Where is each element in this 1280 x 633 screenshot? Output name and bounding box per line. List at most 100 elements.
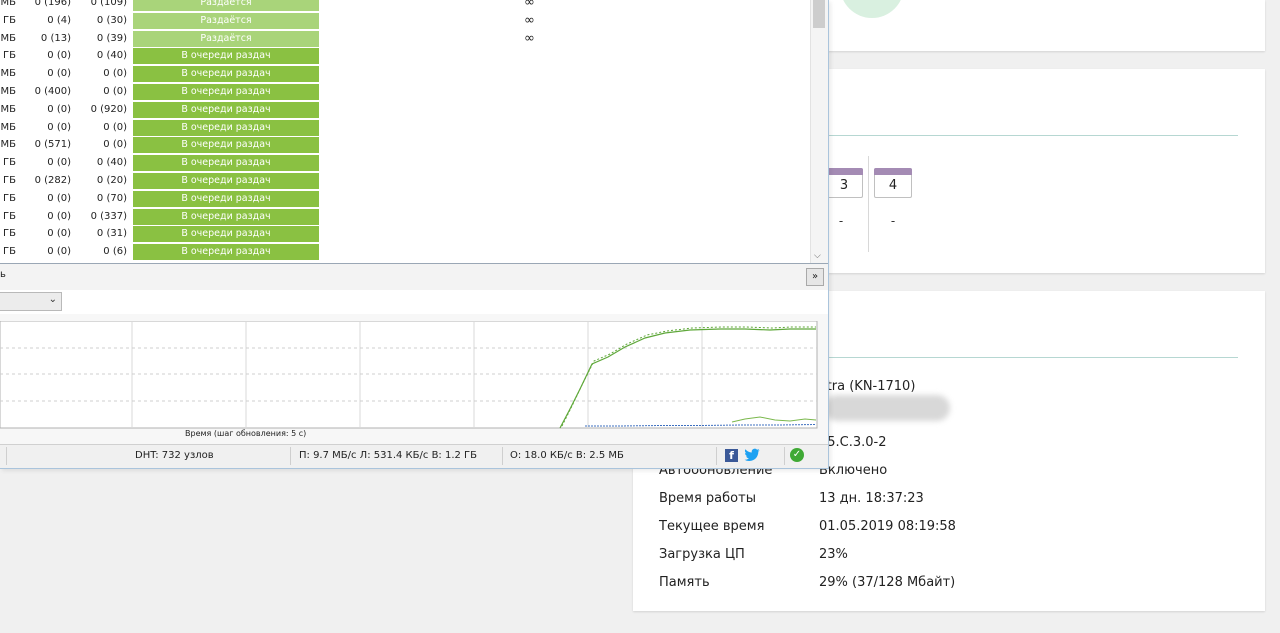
collapse-panel-button[interactable]: » xyxy=(806,268,824,286)
redacted-value xyxy=(824,395,950,421)
torrent-size-cell: МБ xyxy=(0,103,17,115)
torrent-seeds-cell: 0 (282) xyxy=(34,175,71,186)
torrent-row[interactable]: МБ 0 (0) 0 (0) В очереди раздач xyxy=(0,119,810,137)
torrent-size-cell: МБ xyxy=(0,86,17,97)
speed-graph-svg xyxy=(0,321,818,429)
ethernet-port-3-icon[interactable]: 3 xyxy=(825,168,863,200)
torrent-ratio-cell: ∞ xyxy=(524,0,535,10)
torrent-seeds-cell: 0 (196) xyxy=(34,0,71,8)
statusbar-separator xyxy=(6,447,7,465)
torrent-status-badge: В очереди раздач xyxy=(133,119,319,136)
torrent-seeds-cell: 0 (4) xyxy=(47,14,71,26)
torrent-peers-cell: 0 (70) xyxy=(96,192,127,204)
model-value: xtra (KN-1710) xyxy=(819,379,916,394)
memory-value: 29% (37/128 Мбайт) xyxy=(819,575,956,590)
twitter-icon[interactable] xyxy=(744,448,760,462)
dht-status[interactable]: DHT: 732 узлов xyxy=(135,450,214,461)
torrent-peers-cell: 0 (30) xyxy=(96,14,127,26)
torrent-row[interactable]: МБ 0 (13) 0 (39) Раздаётся ∞ xyxy=(0,30,810,48)
torrent-peers-cell: 0 (0) xyxy=(103,68,127,80)
torrent-row[interactable]: МБ 0 (571) 0 (0) В очереди раздач xyxy=(0,136,810,154)
torrent-status-badge: В очереди раздач xyxy=(133,226,319,243)
torrent-row[interactable]: МБ 0 (400) 0 (0) В очереди раздач xyxy=(0,83,810,101)
utorrent-window: МБ 0 (196) 0 (109) Раздаётся ∞ ГБ 0 (4) 0 (30) Р… xyxy=(0,0,829,469)
upload-status[interactable]: О: 18.0 КБ/с В: 2.5 МБ xyxy=(510,450,624,461)
network-ok-check-icon[interactable]: ✓ xyxy=(790,448,804,462)
torrent-row[interactable]: ГБ 0 (0) 0 (6) В очереди раздач xyxy=(0,243,810,261)
ports-separator xyxy=(868,156,869,252)
details-tab[interactable]: ь xyxy=(0,269,6,280)
torrent-peers-cell: 0 (40) xyxy=(96,50,127,62)
torrent-row[interactable]: МБ 0 (0) 0 (920) В очереди раздач xyxy=(0,101,810,119)
torrent-status-badge: В очереди раздач xyxy=(133,244,319,261)
torrent-seeds-cell: 0 (0) xyxy=(47,68,71,80)
torrent-seeds-cell: 0 (571) xyxy=(34,139,71,151)
statusbar-separator xyxy=(716,447,717,465)
torrent-status-badge: В очереди раздач xyxy=(133,48,319,65)
torrent-status-badge: В очереди раздач xyxy=(133,208,319,225)
autoupdate-value: Включено xyxy=(819,463,888,478)
download-status[interactable]: П: 9.7 МБ/с Л: 531.4 КБ/с В: 1.2 ГБ xyxy=(299,450,477,461)
statusbar-separator xyxy=(784,447,785,465)
memory-label: Память xyxy=(659,575,710,590)
torrent-size-cell: МБ xyxy=(0,139,17,151)
torrent-row[interactable]: ГБ 0 (282) 0 (20) В очереди раздач xyxy=(0,172,810,190)
torrent-seeds-cell: 0 (0) xyxy=(47,210,71,222)
scrollbar-thumb[interactable] xyxy=(813,0,825,28)
torrent-peers-cell: 0 (20) xyxy=(96,175,127,186)
torrent-row[interactable]: ГБ 0 (0) 0 (70) В очереди раздач xyxy=(0,190,810,208)
torrent-row[interactable]: ГБ 0 (0) 0 (31) В очереди раздач xyxy=(0,225,810,243)
torrent-size-cell: ГБ xyxy=(3,14,16,26)
cpu-load-label: Загрузка ЦП xyxy=(659,547,745,562)
torrent-size-cell: ГБ xyxy=(3,192,16,204)
details-tabstrip: ь » xyxy=(0,264,828,291)
torrent-seeds-cell: 0 (0) xyxy=(47,228,71,240)
torrent-ratio-cell: ∞ xyxy=(524,12,535,28)
statusbar-separator xyxy=(290,447,291,465)
torrent-list[interactable]: МБ 0 (196) 0 (109) Раздаётся ∞ ГБ 0 (4) 0 (30) Р… xyxy=(0,0,810,263)
torrent-size-cell: ГБ xyxy=(3,210,16,222)
torrent-row[interactable]: МБ 0 (196) 0 (109) Раздаётся ∞ xyxy=(0,0,810,12)
torrent-row[interactable]: ГБ 0 (0) 0 (40) В очереди раздач xyxy=(0,154,810,172)
torrent-row[interactable]: МБ 0 (0) 0 (0) В очереди раздач xyxy=(0,65,810,83)
torrent-peers-cell: 0 (337) xyxy=(90,210,127,222)
statusbar-separator xyxy=(502,447,503,465)
port-number: 4 xyxy=(888,178,898,193)
current-time-value: 01.05.2019 08:19:58 xyxy=(819,519,956,534)
torrent-row[interactable]: ГБ 0 (4) 0 (30) Раздаётся ∞ xyxy=(0,12,810,30)
torrent-status-badge: В очереди раздач xyxy=(133,137,319,154)
torrent-size-cell: МБ xyxy=(0,121,17,133)
torrent-peers-cell: 0 (920) xyxy=(90,103,127,115)
scroll-down-arrow-icon[interactable]: ⌵ xyxy=(814,251,821,261)
torrent-status-badge: В очереди раздач xyxy=(133,66,319,83)
torrent-seeds-cell: 0 (0) xyxy=(47,121,71,133)
torrent-size-cell: ГБ xyxy=(3,157,16,169)
torrent-size-cell: МБ xyxy=(0,32,17,44)
torrent-status-badge: Раздаётся xyxy=(133,12,319,29)
facebook-icon[interactable]: f xyxy=(725,449,738,462)
torrent-seeds-cell: 0 (13) xyxy=(40,32,71,44)
torrent-peers-cell: 0 (40) xyxy=(96,157,127,169)
graph-type-select[interactable]: ⌄ xyxy=(0,292,62,311)
torrent-seeds-cell: 0 (0) xyxy=(47,192,71,204)
uptime-label: Время работы xyxy=(659,491,756,506)
chevron-down-icon: ⌄ xyxy=(48,294,57,305)
torrent-row[interactable]: ГБ 0 (0) 0 (337) В очереди раздач xyxy=(0,208,810,226)
torrent-row[interactable]: ГБ 0 (0) 0 (40) В очереди раздач xyxy=(0,47,810,65)
torrent-status-badge: В очереди раздач xyxy=(133,84,319,100)
speed-graph xyxy=(0,314,828,444)
current-time-label: Текущее время xyxy=(659,519,765,534)
graph-caption: Время (шаг обновления: 5 с) xyxy=(185,429,307,438)
torrent-peers-cell: 0 (39) xyxy=(96,32,127,44)
info-divider xyxy=(828,357,1238,358)
firmware-value: 15.C.3.0-2 xyxy=(819,435,887,450)
torrent-status-badge: Раздаётся xyxy=(133,0,319,11)
torrent-list-scrollbar[interactable]: ⌵ xyxy=(810,0,828,263)
torrent-size-cell: ГБ xyxy=(3,50,16,62)
ports-divider xyxy=(828,135,1238,136)
torrent-peers-cell: 0 (109) xyxy=(90,0,127,8)
ethernet-port-4-icon[interactable]: 4 xyxy=(874,168,912,200)
torrent-size-cell: ГБ xyxy=(3,175,16,186)
port-4-state: - xyxy=(890,214,896,228)
torrent-seeds-cell: 0 (0) xyxy=(47,103,71,115)
